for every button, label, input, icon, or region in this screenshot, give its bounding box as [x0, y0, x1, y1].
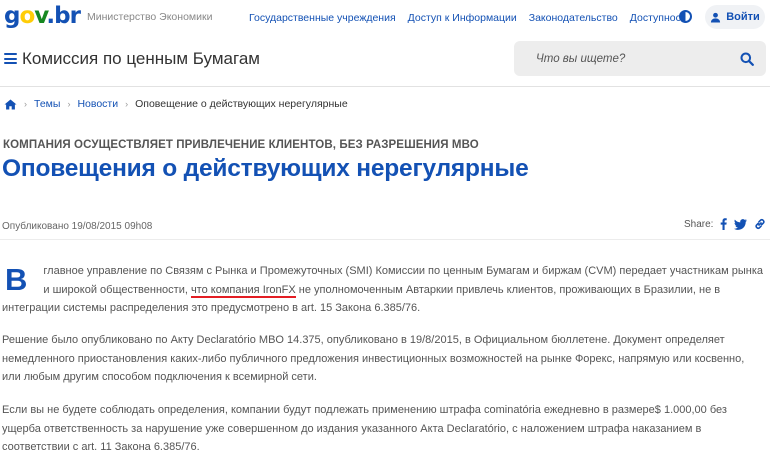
drop-cap: В: [5, 262, 28, 297]
twitter-icon[interactable]: [734, 218, 748, 230]
ministry-name: Министерство Экономики: [87, 11, 213, 23]
highlighted-text: что компания IronFX: [190, 283, 296, 296]
site-header: Комиссия по ценным Бумагам: [0, 34, 770, 86]
link-icon[interactable]: [754, 218, 766, 230]
nav-link-legislation[interactable]: Законодательство: [529, 12, 618, 24]
publish-date: Опубликовано 19/08/2015 09h08: [2, 221, 153, 232]
user-icon: [711, 12, 721, 23]
facebook-icon[interactable]: [720, 218, 728, 230]
search-box: [514, 41, 766, 76]
article-paragraph-1: Вглавное управление по Связям с Рынка и …: [2, 262, 766, 318]
login-label: Войти: [726, 11, 760, 23]
breadcrumb-topics[interactable]: Темы: [34, 98, 60, 110]
share-label: Share:: [684, 218, 714, 230]
article-paragraph-3: Если вы не будете соблюдать определения,…: [2, 404, 727, 454]
breadcrumb: › Темы › Новости › Оповещение о действую…: [4, 98, 348, 110]
chevron-right-icon: ›: [125, 99, 129, 109]
header-divider: [0, 86, 770, 87]
logo-dot: .: [46, 3, 55, 29]
logo-letter-o: o: [19, 3, 35, 29]
chevron-right-icon: ›: [67, 99, 71, 109]
site-title[interactable]: Комиссия по ценным Бумагам: [22, 49, 260, 69]
search-icon[interactable]: [740, 52, 754, 66]
article-divider: [0, 239, 770, 240]
top-bar: gov.br Министерство Экономики Государств…: [0, 0, 770, 34]
logo-letter-r: r: [69, 3, 81, 29]
search-input[interactable]: [514, 41, 734, 76]
logo-letter-b: b: [54, 3, 71, 29]
contrast-icon[interactable]: [679, 10, 692, 23]
breadcrumb-current: Оповещение о действующих нерегулярные: [135, 98, 348, 110]
top-navigation: Государственные учреждения Доступ к Инфо…: [249, 12, 691, 24]
logo-letter-g: g: [4, 3, 21, 29]
nav-link-information-access[interactable]: Доступ к Информации: [408, 12, 517, 24]
chevron-right-icon: ›: [24, 99, 27, 109]
login-button[interactable]: Войти: [705, 5, 765, 29]
article-kicker: КОМПАНИЯ ОСУЩЕСТВЛЯЕТ ПРИВЛЕЧЕНИЕ КЛИЕНТ…: [3, 139, 479, 151]
govbr-logo[interactable]: gov.br: [4, 3, 81, 29]
logo-letter-v: v: [34, 3, 47, 29]
nav-link-government-institutions[interactable]: Государственные учреждения: [249, 12, 396, 24]
home-icon[interactable]: [4, 99, 17, 110]
breadcrumb-news[interactable]: Новости: [77, 98, 118, 110]
menu-icon[interactable]: [4, 53, 17, 64]
article-paragraph-2: Решение было опубликовано по Акту Declar…: [2, 334, 745, 384]
share-bar: Share:: [684, 218, 766, 230]
article-title: Оповещения о действующих нерегулярные: [2, 155, 529, 182]
